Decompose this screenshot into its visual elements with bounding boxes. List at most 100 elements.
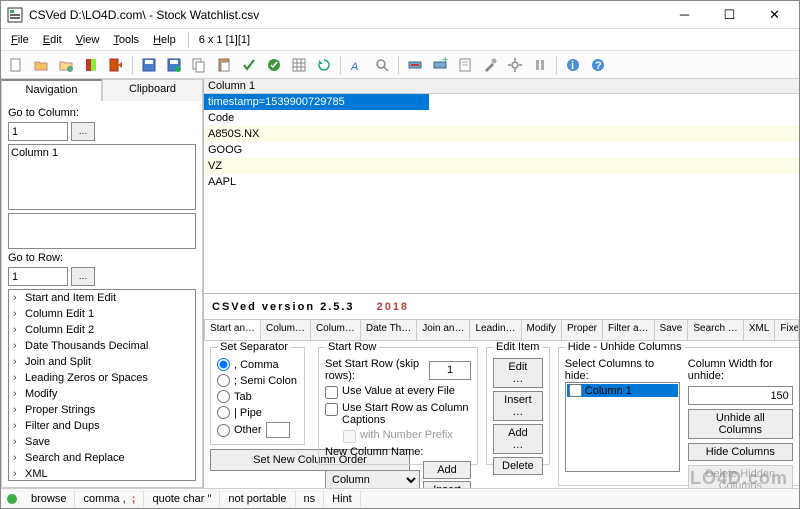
- exit-icon[interactable]: [105, 54, 127, 76]
- goto-col-input[interactable]: [8, 122, 68, 141]
- group-startrow: Start Row Set Start Row (skip rows): Use…: [318, 347, 478, 465]
- grid-row[interactable]: timestamp=1539900729785: [204, 94, 429, 110]
- open-icon[interactable]: [30, 54, 52, 76]
- tree-item[interactable]: Save: [9, 434, 195, 450]
- radio-semi[interactable]: ; Semi Colon: [217, 374, 298, 387]
- tab-clipboard[interactable]: Clipboard: [102, 79, 203, 101]
- panel-tab[interactable]: Proper: [562, 320, 603, 340]
- edit-button[interactable]: Edit …: [493, 358, 543, 388]
- menu-edit[interactable]: Edit: [37, 32, 68, 48]
- panel-tab[interactable]: Leadin…: [470, 320, 521, 340]
- gear-icon[interactable]: [504, 54, 526, 76]
- goto-row-input[interactable]: [8, 267, 68, 286]
- pause-icon[interactable]: [529, 54, 551, 76]
- chk-use-value[interactable]: Use Value at every File: [325, 385, 471, 399]
- tree-item[interactable]: Proper Strings: [9, 402, 195, 418]
- tree-item[interactable]: Date Thousands Decimal: [9, 338, 195, 354]
- bottom-tabstrip[interactable]: Start an…Colum…Colum…Date Th…Join an…Lea…: [204, 319, 799, 341]
- copy-icon[interactable]: [188, 54, 210, 76]
- tree-item[interactable]: Leading Zeros or Spaces: [9, 370, 195, 386]
- tree-item[interactable]: Column Edit 2: [9, 322, 195, 338]
- tree-item[interactable]: XML: [9, 466, 195, 481]
- grid-row[interactable]: AAPL: [204, 174, 799, 190]
- refresh-icon[interactable]: [313, 54, 335, 76]
- add-button[interactable]: Add …: [493, 424, 543, 454]
- font-icon[interactable]: A: [346, 54, 368, 76]
- hide-button[interactable]: Hide Columns: [688, 443, 793, 461]
- insert-button[interactable]: Insert …: [493, 391, 543, 421]
- save-icon[interactable]: [138, 54, 160, 76]
- menu-view[interactable]: View: [70, 32, 106, 48]
- saveas-icon[interactable]: [163, 54, 185, 76]
- radio-other[interactable]: Other: [217, 422, 298, 438]
- width-input[interactable]: [688, 386, 793, 405]
- grid-row[interactable]: A850S.NX: [204, 126, 799, 142]
- radio-pipe[interactable]: | Pipe: [217, 406, 298, 419]
- hide-columns-list[interactable]: Column 1: [565, 382, 680, 472]
- app-icon: [7, 7, 23, 23]
- book-icon[interactable]: [80, 54, 102, 76]
- tab-navigation[interactable]: Navigation: [1, 79, 102, 101]
- info-icon[interactable]: i: [562, 54, 584, 76]
- grid-row[interactable]: VZ: [204, 158, 799, 174]
- tree-item[interactable]: Join and Split: [9, 354, 195, 370]
- chk-use-caption[interactable]: Use Start Row as Column Captions: [325, 402, 471, 426]
- col-item[interactable]: Column 1: [11, 147, 193, 159]
- tree-item[interactable]: Modify: [9, 386, 195, 402]
- check-green-icon[interactable]: [238, 54, 260, 76]
- grid-row[interactable]: GOOG: [204, 142, 799, 158]
- doc-icon[interactable]: [454, 54, 476, 76]
- maximize-button[interactable]: ☐: [707, 2, 752, 28]
- grid-header[interactable]: Column 1: [204, 79, 799, 94]
- goto-col-button[interactable]: …: [71, 122, 95, 141]
- new-icon[interactable]: [5, 54, 27, 76]
- menu-tools[interactable]: Tools: [107, 32, 145, 48]
- grid-icon[interactable]: [288, 54, 310, 76]
- help-icon[interactable]: ?: [587, 54, 609, 76]
- tree-item[interactable]: Filter and Dups: [9, 418, 195, 434]
- minimize-button[interactable]: ─: [662, 2, 707, 28]
- row-add-icon[interactable]: +: [429, 54, 451, 76]
- row-del-icon[interactable]: [404, 54, 426, 76]
- unhide-button[interactable]: Unhide all Columns: [688, 409, 793, 439]
- columns-list[interactable]: Column 1: [8, 144, 196, 210]
- chk-num-prefix[interactable]: with Number Prefix: [343, 429, 471, 443]
- panel-tab[interactable]: Filter a…: [603, 320, 655, 340]
- paste-icon[interactable]: [213, 54, 235, 76]
- grid-row[interactable]: Code: [204, 110, 799, 126]
- panel-tab[interactable]: Colum…: [311, 320, 361, 340]
- menubar: File Edit View Tools Help 6 x 1 [1][1]: [1, 29, 799, 51]
- data-grid[interactable]: Column 1 timestamp=1539900729785CodeA850…: [204, 79, 799, 294]
- panel-tab[interactable]: Date Th…: [361, 320, 417, 340]
- close-button[interactable]: ✕: [752, 2, 797, 28]
- panel-tab[interactable]: Fixed L…: [775, 320, 799, 340]
- panel-tab[interactable]: Colum…: [261, 320, 311, 340]
- start-row-spin[interactable]: [429, 361, 471, 380]
- goto-row-button[interactable]: …: [71, 267, 95, 286]
- open2-icon[interactable]: [55, 54, 77, 76]
- tools-icon[interactable]: [479, 54, 501, 76]
- spare-list[interactable]: [8, 213, 196, 249]
- zoom-icon[interactable]: [371, 54, 393, 76]
- panel-tab[interactable]: Start an…: [205, 320, 261, 340]
- panel-tab[interactable]: Search …: [688, 320, 743, 340]
- tree-item[interactable]: Search and Replace: [9, 450, 195, 466]
- panel-tab[interactable]: Save: [655, 320, 689, 340]
- add-col-button[interactable]: Add: [423, 461, 471, 479]
- radio-tab[interactable]: Tab: [217, 390, 298, 403]
- radio-comma[interactable]: , Comma: [217, 358, 298, 371]
- new-col-select[interactable]: Column: [325, 470, 420, 488]
- insert-col-button[interactable]: Insert: [423, 481, 471, 488]
- menu-help[interactable]: Help: [147, 32, 182, 48]
- feature-tree[interactable]: Start and Item EditColumn Edit 1Column E…: [8, 289, 196, 481]
- panel-tab[interactable]: Join an…: [417, 320, 470, 340]
- check2-icon[interactable]: [263, 54, 285, 76]
- cursor-pos: 6 x 1 [1][1]: [195, 32, 254, 48]
- panel-tab[interactable]: Modify: [522, 320, 562, 340]
- tree-item[interactable]: Start and Item Edit: [9, 290, 195, 306]
- tree-item[interactable]: Column Edit 1: [9, 306, 195, 322]
- other-sep-input[interactable]: [266, 422, 290, 438]
- menu-file[interactable]: File: [5, 32, 35, 48]
- delete-button[interactable]: Delete: [493, 457, 543, 475]
- panel-tab[interactable]: XML: [744, 320, 776, 340]
